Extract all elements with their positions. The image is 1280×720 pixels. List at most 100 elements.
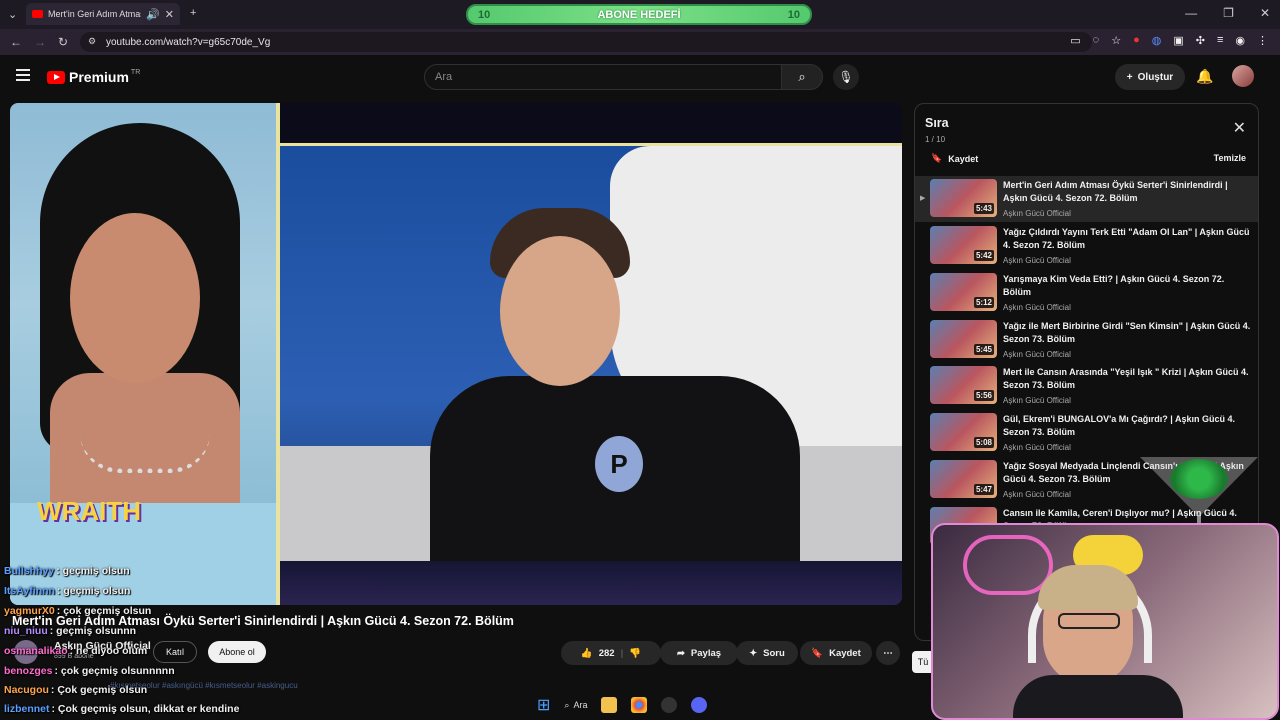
queue-thumbnail: 5:56 xyxy=(930,366,997,404)
taskbar-search-label: Ara xyxy=(573,700,588,710)
cast-icon[interactable]: ▭ xyxy=(1070,34,1080,47)
like-divider: | xyxy=(620,647,624,659)
cam-hair xyxy=(1038,565,1138,610)
url-field[interactable]: ⚙ youtube.com/watch?v=g65c70de_Vg xyxy=(80,32,1092,52)
join-button[interactable]: Katıl xyxy=(153,641,197,663)
chat-text: : çok geçmiş olsun xyxy=(56,605,152,617)
search-input[interactable]: Ara xyxy=(424,64,782,90)
voice-search-button[interactable]: 🎙 xyxy=(833,64,859,90)
queue-close-icon[interactable]: ✕ xyxy=(1233,118,1246,138)
queue-duration: 5:43 xyxy=(973,203,994,214)
site-info-icon[interactable]: ⚙ xyxy=(88,36,96,47)
extension-icon[interactable]: ▣ xyxy=(1173,34,1183,47)
goal-right-value: 10 xyxy=(787,8,800,21)
queue-item[interactable]: 5:08 Gül, Ekrem'i BUNGALOV'a Mı Çağırdı?… xyxy=(915,410,1258,456)
video-left-panel: WRAITH xyxy=(10,103,278,605)
logo-text: Premium xyxy=(69,69,129,85)
queue-item[interactable]: 5:12 Yarışmaya Kim Veda Etti? | Aşkın Gü… xyxy=(915,270,1258,316)
like-icon[interactable]: 👍 xyxy=(581,648,593,659)
chat-message: lizbennet: Çok geçmiş olsun, dikkat er k… xyxy=(4,703,239,715)
dislike-icon[interactable]: 👎 xyxy=(629,648,641,659)
share-label: Paylaş xyxy=(690,647,722,659)
chat-text: : Çok geçmiş olsun xyxy=(50,684,148,696)
chat-text: : geçmiş olsunnn xyxy=(49,625,137,637)
queue-item-title: Mert'in Geri Adım Atması Öykü Serter'i S… xyxy=(1003,180,1228,203)
save-label: Kaydet xyxy=(829,647,861,659)
now-playing-icon: ▶ xyxy=(920,195,926,202)
chat-message: niu_niuu: geçmiş olsunnn xyxy=(4,625,136,637)
obs-icon[interactable] xyxy=(661,697,678,713)
queue-save-label: Kaydet xyxy=(948,153,979,164)
profile-icon[interactable]: ◉ xyxy=(1235,34,1245,47)
file-explorer-icon[interactable] xyxy=(601,697,618,713)
restore-icon[interactable]: ❐ xyxy=(1223,6,1234,20)
like-count[interactable]: 282 xyxy=(599,648,615,659)
menu-icon[interactable] xyxy=(16,69,30,81)
chat-user: Bullshhyy xyxy=(4,565,55,577)
queue-thumbnail: 5:45 xyxy=(930,320,997,358)
queue-duration: 5:42 xyxy=(973,250,994,261)
shirt-logo-icon: P xyxy=(595,436,643,492)
extensions-puzzle-icon[interactable]: ✣ xyxy=(1196,34,1205,47)
queue-thumbnail: 5:47 xyxy=(930,460,997,498)
forward-icon[interactable]: → xyxy=(34,35,46,49)
logo-region: TR xyxy=(130,68,141,76)
queue-item-channel: Aşkın Gücü Official xyxy=(1003,256,1071,265)
create-button[interactable]: + Oluştur xyxy=(1115,64,1185,90)
queue-duration: 5:56 xyxy=(973,390,994,401)
search-placeholder: Ara xyxy=(435,71,453,83)
window-controls: — ❐ ✕ xyxy=(1185,6,1270,20)
queue-item[interactable]: 5:45 Yağız ile Mert Birbirine Girdi "Sen… xyxy=(915,317,1258,363)
ask-label: Soru xyxy=(763,647,785,659)
tab-list-icon[interactable]: ⌄ xyxy=(8,8,17,21)
window-close-icon[interactable]: ✕ xyxy=(1260,6,1270,20)
windows-start-icon[interactable]: ⊞ xyxy=(537,695,550,715)
cam-glasses xyxy=(1058,613,1120,629)
like-dislike-group: 👍 282 | 👎 xyxy=(561,641,661,665)
youtube-header: Premium TR Ara ⌕ 🎙 + Oluştur 🔔 xyxy=(0,55,1280,99)
chrome-icon[interactable] xyxy=(631,697,648,713)
taskbar-search[interactable]: ⌕ Ara xyxy=(564,700,587,711)
discord-icon[interactable] xyxy=(691,697,708,713)
queue-duration: 5:45 xyxy=(973,344,994,355)
queue-duration: 5:12 xyxy=(973,297,994,308)
queue-item[interactable]: 5:42 Yağız Çıldırdı Yayını Terk Etti "Ad… xyxy=(915,223,1258,269)
search-button[interactable]: ⌕ xyxy=(781,64,823,90)
account-avatar[interactable] xyxy=(1232,65,1254,87)
back-icon[interactable]: ← xyxy=(10,35,22,49)
queue-item[interactable]: ▶ 5:43 Mert'in Geri Adım Atması Öykü Ser… xyxy=(915,176,1258,222)
eye-off-icon[interactable]: ◌ xyxy=(1093,34,1100,47)
notifications-bell-icon[interactable]: 🔔 xyxy=(1196,68,1213,85)
queue-item-channel: Aşkın Gücü Official xyxy=(1003,209,1071,218)
video-player[interactable]: WRAITH P xyxy=(10,103,902,605)
queue-thumbnail: 5:43 xyxy=(930,179,997,217)
ask-button[interactable]: ✦ Soru xyxy=(736,641,798,665)
extensions-area: ▭ ◌ ☆ ● ◍ ▣ ✣ ≡ ◉ ⋮ xyxy=(1070,34,1268,47)
share-button[interactable]: ➦ Paylaş xyxy=(660,641,738,665)
browser-tabbar: ⌄ Mert'in Geri Adım Atması Ö 🔊 ✕ + 10 AB… xyxy=(0,0,1280,29)
audio-icon[interactable]: 🔊 xyxy=(146,8,160,21)
minimize-icon[interactable]: — xyxy=(1185,6,1197,20)
reload-icon[interactable]: ↻ xyxy=(58,35,68,49)
chat-user: Nacugou xyxy=(4,684,49,696)
subscribe-button[interactable]: Abone ol xyxy=(208,641,266,663)
queue-item-title: Yarışmaya Kim Veda Etti? | Aşkın Gücü 4.… xyxy=(1003,274,1225,297)
url-text: youtube.com/watch?v=g65c70de_Vg xyxy=(106,36,271,48)
queue-save-button[interactable]: 🔖 Kaydet xyxy=(931,153,978,164)
queue-title: Sıra xyxy=(925,116,949,130)
youtube-logo[interactable]: Premium TR xyxy=(47,69,140,85)
reading-list-icon[interactable]: ≡ xyxy=(1217,34,1223,47)
queue-item[interactable]: 5:56 Mert ile Cansın Arasında "Yeşil Işı… xyxy=(915,363,1258,409)
extension-red-icon[interactable]: ● xyxy=(1133,34,1140,47)
browser-tab[interactable]: Mert'in Geri Adım Atması Ö 🔊 ✕ xyxy=(26,3,180,25)
more-actions-button[interactable]: ⋯ xyxy=(876,641,900,665)
queue-clear-button[interactable]: Temizle xyxy=(1214,153,1246,163)
bookmark-star-icon[interactable]: ☆ xyxy=(1111,34,1121,47)
queue-item-title: Mert ile Cansın Arasında "Yeşil Işık " K… xyxy=(1003,367,1249,390)
extension-audio-icon[interactable]: ◍ xyxy=(1152,34,1162,47)
queue-item-title: Yağız ile Mert Birbirine Girdi "Sen Kims… xyxy=(1003,321,1251,344)
save-button[interactable]: 🔖 Kaydet xyxy=(800,641,872,665)
tab-close-icon[interactable]: ✕ xyxy=(165,8,174,21)
new-tab-icon[interactable]: + xyxy=(190,7,196,19)
browser-menu-icon[interactable]: ⋮ xyxy=(1257,34,1268,47)
